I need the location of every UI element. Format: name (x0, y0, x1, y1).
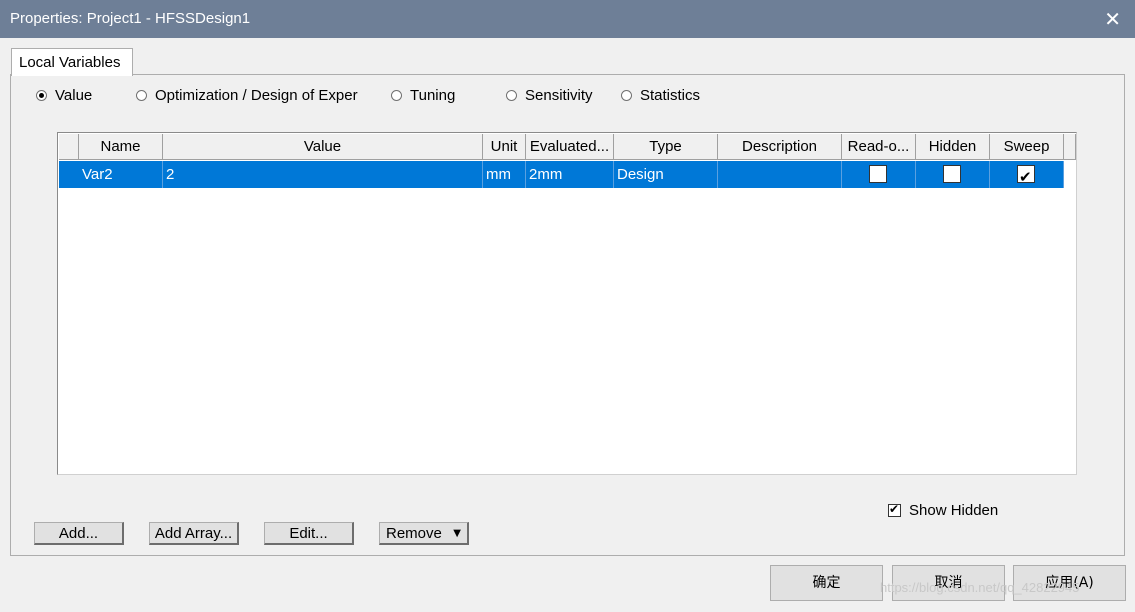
tab-label: Local Variables (19, 54, 121, 71)
column-header-description[interactable]: Description (718, 134, 842, 160)
radio-icon (136, 89, 147, 101)
row-header-corner (59, 134, 79, 160)
column-header-evaluated[interactable]: Evaluated... (526, 134, 614, 160)
column-header-filler (1064, 134, 1076, 160)
radio-statistics[interactable]: Statistics (621, 85, 700, 105)
cell-sweep (990, 161, 1064, 188)
watermark: https://blog.csdn.net/qq_42822945 (880, 580, 1080, 595)
show-hidden-label: Show Hidden (909, 502, 999, 519)
cell-type[interactable]: Design (614, 161, 718, 188)
remove-label: Remove (386, 525, 442, 542)
radio-label: Statistics (640, 86, 701, 104)
column-header-read-only[interactable]: Read-o... (842, 134, 916, 160)
dropdown-arrow-icon: ▼ (453, 528, 461, 539)
edit-button[interactable]: Edit... (264, 522, 354, 545)
table-row[interactable]: Var2 2 mm 2mm Design (59, 161, 1064, 188)
cell-unit[interactable]: mm (483, 161, 526, 188)
column-header-type[interactable]: Type (614, 134, 718, 160)
radio-optimization[interactable]: Optimization / Design of Exper (136, 85, 379, 105)
radio-selected-icon (36, 89, 47, 101)
add-button[interactable]: Add... (34, 522, 124, 545)
column-header-hidden[interactable]: Hidden (916, 134, 990, 160)
column-header-name[interactable]: Name (79, 134, 163, 160)
hidden-checkbox[interactable] (943, 165, 961, 183)
sweep-checkbox[interactable] (1017, 164, 1035, 188)
show-hidden-checkbox[interactable]: Show Hidden (888, 502, 998, 519)
radio-value[interactable]: Value (36, 85, 92, 105)
variables-table[interactable]: Name Value Unit Evaluated... Type Descri… (57, 132, 1077, 475)
close-icon[interactable]: ✕ (1104, 7, 1121, 32)
column-header-unit[interactable]: Unit (483, 134, 526, 160)
cell-name[interactable]: Var2 (79, 161, 163, 188)
column-header-sweep[interactable]: Sweep (990, 134, 1064, 160)
add-array-button[interactable]: Add Array... (149, 522, 239, 545)
cell-read-only (842, 161, 916, 188)
cell-value[interactable]: 2 (163, 161, 483, 188)
radio-icon (391, 89, 402, 101)
radio-icon (621, 89, 632, 101)
radio-icon (506, 89, 517, 101)
radio-label: Value (55, 86, 93, 104)
tab-local-variables[interactable]: Local Variables (11, 48, 133, 76)
radio-label: Optimization / Design of Exper (155, 86, 358, 104)
radio-sensitivity[interactable]: Sensitivity (506, 85, 595, 105)
read-only-checkbox[interactable] (869, 165, 887, 183)
checkbox-checked-icon (888, 502, 901, 517)
remove-button[interactable]: Remove ▼ (379, 522, 469, 545)
radio-label: Tuning (410, 86, 456, 104)
column-header-value[interactable]: Value (163, 134, 483, 160)
title-bar: Properties: Project1 - HFSSDesign1 ✕ (0, 0, 1135, 38)
ok-button[interactable]: 确定 (770, 565, 883, 601)
radio-tuning[interactable]: Tuning (391, 85, 455, 105)
cell-evaluated: 2mm (526, 161, 614, 188)
cell-hidden (916, 161, 990, 188)
window-title: Properties: Project1 - HFSSDesign1 (10, 10, 251, 27)
radio-label: Sensitivity (525, 86, 593, 104)
cell-description[interactable] (718, 161, 842, 188)
